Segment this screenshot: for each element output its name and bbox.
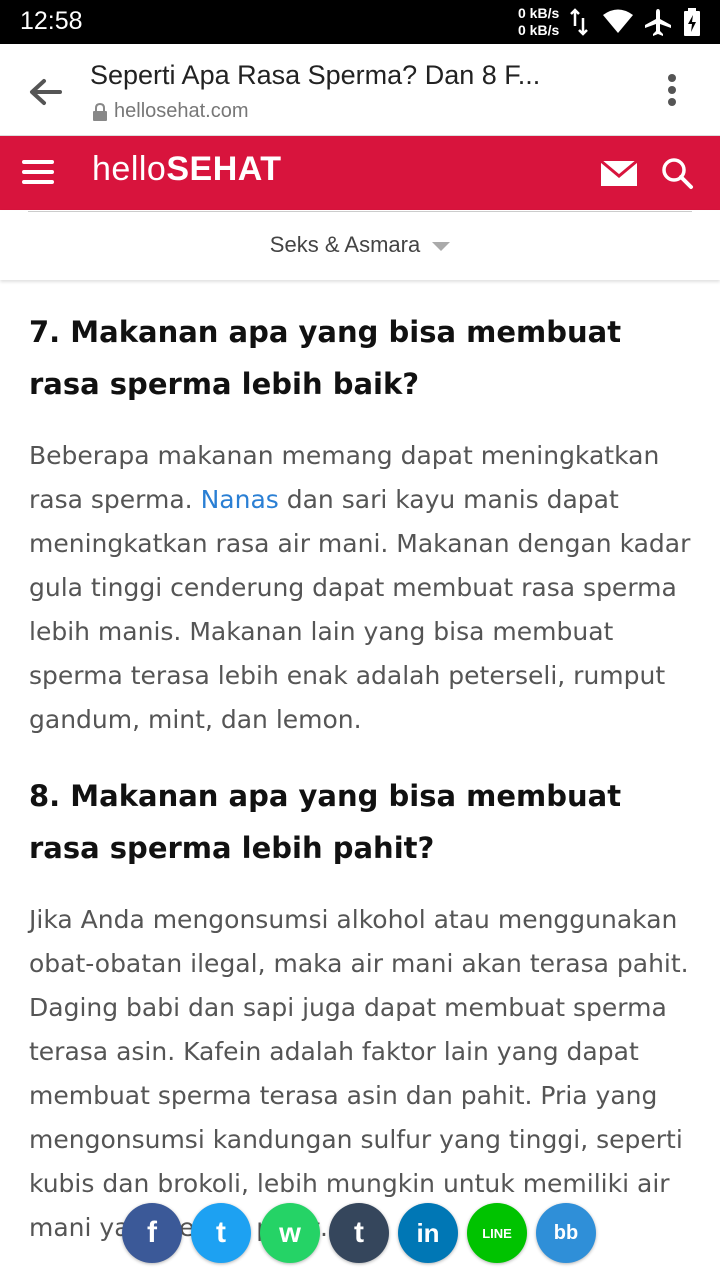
wifi-icon [603,9,633,33]
facebook-share-icon[interactable]: f [122,1203,182,1263]
tumblr-share-icon[interactable]: t [329,1203,389,1263]
overflow-menu-icon[interactable] [662,72,682,112]
chevron-down-icon [432,241,451,251]
nanas-link[interactable]: Nanas [201,485,279,514]
facebook-glyph: f [147,1216,157,1249]
network-speed: 0 kB/s 0 kB/s [518,5,560,38]
site-logo[interactable]: helloSEHAT [92,150,282,189]
mail-icon[interactable] [600,158,638,188]
twitter-glyph: t [216,1216,226,1249]
site-header: helloSEHAT [0,136,720,210]
linkedin-share-icon[interactable]: in [398,1203,458,1263]
lock-icon [93,102,107,121]
share-bar: f t w t in LINE bb [122,1203,596,1263]
bbm-glyph: bb [553,1221,579,1244]
linkedin-glyph: in [416,1217,440,1248]
divider [28,211,692,212]
paragraph-answer-7: Beberapa makanan memang dapat meningkatk… [29,441,691,734]
hamburger-menu-icon[interactable] [22,158,54,186]
whatsapp-share-icon[interactable]: w [260,1203,320,1263]
search-icon[interactable] [660,156,694,190]
url-domain[interactable]: hellosehat.com [92,100,249,123]
airplane-icon [645,9,671,36]
data-transfer-icon [570,8,588,36]
browser-toolbar: Seperti Apa Rasa Sperma? Dan 8 F... hell… [0,44,720,136]
tumblr-glyph: t [354,1216,364,1249]
domain-text: hellosehat.com [114,100,249,122]
line-glyph: LINE [482,1225,512,1241]
status-time: 12:58 [20,7,83,35]
whatsapp-glyph: w [279,1217,301,1248]
status-bar: 12:58 0 kB/s 0 kB/s [0,0,720,44]
twitter-share-icon[interactable]: t [191,1203,251,1263]
bbm-share-icon[interactable]: bb [536,1203,596,1263]
paragraph-answer-8: Jika Anda mengonsumsi alkohol atau mengg… [29,905,689,1242]
page-title[interactable]: Seperti Apa Rasa Sperma? Dan 8 F... [90,60,590,91]
back-arrow-icon[interactable] [26,72,66,112]
heading-question-7: 7. Makanan apa yang bisa membuat rasa sp… [29,315,622,401]
category-dropdown[interactable]: Seks & Asmara [0,232,720,258]
category-nav: Seks & Asmara [0,210,720,280]
battery-charging-icon [684,8,700,36]
article-body: 7. Makanan apa yang bisa membuat rasa sp… [29,306,693,1278]
line-share-icon[interactable]: LINE [467,1203,527,1263]
heading-question-8: 8. Makanan apa yang bisa membuat rasa sp… [29,779,622,865]
category-label: Seks & Asmara [269,232,421,257]
